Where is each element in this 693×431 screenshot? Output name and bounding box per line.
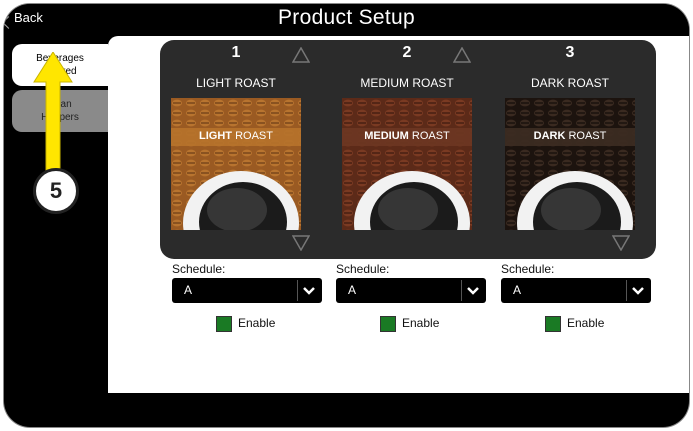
beverage-card-2[interactable]: 2 MEDIUM ROAST MEDIUM ROAST xyxy=(337,40,477,259)
beverage-card-3[interactable]: 3 DARK ROAST DARK ROAST xyxy=(500,40,640,259)
beverage-name: MEDIUM ROAST xyxy=(360,76,454,90)
beverage-card-1[interactable]: 1 LIGHT ROAST LIGHT ROAST xyxy=(166,40,310,259)
chevron-down-icon xyxy=(467,287,479,295)
header-bar: Back Product Setup xyxy=(4,4,689,36)
beverage-image-medium-roast: MEDIUM ROAST xyxy=(342,98,472,230)
coffee-cup-image xyxy=(171,98,301,230)
enable-checkbox[interactable] xyxy=(216,316,232,332)
schedule-value: A xyxy=(184,283,193,297)
schedule-select[interactable]: A xyxy=(172,278,322,303)
schedule-group-3: Schedule: A Enable xyxy=(501,262,651,332)
beverage-carousel: 1 LIGHT ROAST LIGHT ROAST 2 MEDIUM ROAST… xyxy=(160,40,656,259)
enable-label: Enable xyxy=(402,316,440,330)
enable-label: Enable xyxy=(238,316,276,330)
chevron-down-icon xyxy=(632,287,644,295)
schedule-group-2: Schedule: A Enable xyxy=(336,262,486,332)
schedule-label: Schedule: xyxy=(172,262,226,276)
coffee-cup-image xyxy=(342,98,472,230)
page-title: Product Setup xyxy=(278,6,415,29)
banner-bold: MEDIUM xyxy=(364,130,409,142)
beverage-number: 3 xyxy=(565,44,575,61)
enable-label: Enable xyxy=(567,316,605,330)
step-number-badge: 5 xyxy=(33,168,79,214)
image-banner-text: DARK ROAST xyxy=(505,130,635,142)
enable-checkbox[interactable] xyxy=(380,316,396,332)
move-down-icon[interactable] xyxy=(612,235,630,251)
banner-rest: ROAST xyxy=(232,130,273,142)
banner-rest: ROAST xyxy=(565,130,607,142)
beverage-image-dark-roast: DARK ROAST xyxy=(505,98,635,230)
schedule-value: A xyxy=(513,283,522,297)
coffee-cup-image xyxy=(505,98,635,230)
banner-bold: DARK xyxy=(533,130,566,142)
image-banner-text: MEDIUM ROAST xyxy=(342,130,472,142)
schedule-select[interactable]: A xyxy=(336,278,486,303)
move-up-icon[interactable] xyxy=(453,47,471,63)
beverage-name: LIGHT ROAST xyxy=(196,76,276,90)
image-banner-text: LIGHT ROAST xyxy=(171,130,301,142)
schedule-label: Schedule: xyxy=(336,262,390,276)
move-down-icon[interactable] xyxy=(292,235,310,251)
chevron-down-icon xyxy=(303,287,315,295)
schedule-group-1: Schedule: A Enable xyxy=(172,262,322,332)
beverage-number: 1 xyxy=(231,44,241,61)
beverage-name: DARK ROAST xyxy=(530,76,609,90)
schedule-select[interactable]: A xyxy=(501,278,651,303)
banner-bold: LIGHT xyxy=(199,130,233,142)
banner-rest: ROAST xyxy=(408,130,450,142)
enable-checkbox[interactable] xyxy=(545,316,561,332)
dropdown-button[interactable] xyxy=(297,280,320,301)
schedule-value: A xyxy=(348,283,357,297)
move-up-icon[interactable] xyxy=(292,47,310,63)
dropdown-button[interactable] xyxy=(626,280,649,301)
dropdown-button[interactable] xyxy=(461,280,484,301)
schedule-label: Schedule: xyxy=(501,262,555,276)
annotation-arrow-icon xyxy=(33,52,73,175)
beverage-image-light-roast: LIGHT ROAST xyxy=(171,98,301,230)
